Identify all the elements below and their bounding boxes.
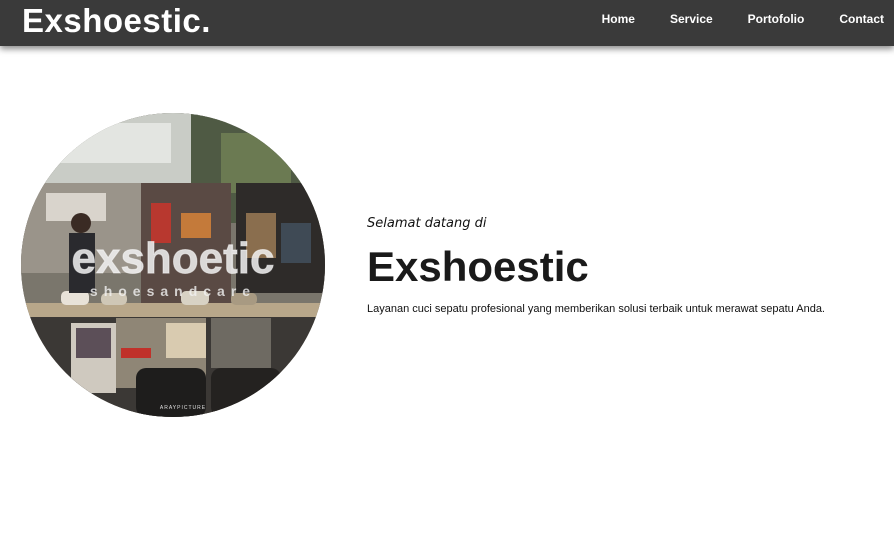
nav-menu: Home Service Portofolio Contact <box>567 0 884 38</box>
hero-description: Layanan cuci sepatu profesional yang mem… <box>367 303 825 315</box>
welcome-text: Selamat datang di <box>367 216 487 231</box>
nav-link-portofolio[interactable]: Portofolio <box>748 12 805 26</box>
store-logo-subtext: shoesandcare <box>90 283 256 299</box>
nav-link-home[interactable]: Home <box>602 12 635 26</box>
navbar: Exshoestic. Home Service Portofolio Cont… <box>0 0 894 46</box>
hero-store-photo: exshoetic shoesandcare ARAYPICTURE <box>21 113 325 417</box>
photo-watermark: ARAYPICTURE <box>160 405 206 411</box>
store-logo-text: exshoetic <box>72 234 275 283</box>
hero-title: Exshoestic <box>367 243 589 290</box>
nav-link-service[interactable]: Service <box>670 12 713 26</box>
brand-logo[interactable]: Exshoestic. <box>22 1 211 41</box>
nav-link-contact[interactable]: Contact <box>839 12 884 26</box>
